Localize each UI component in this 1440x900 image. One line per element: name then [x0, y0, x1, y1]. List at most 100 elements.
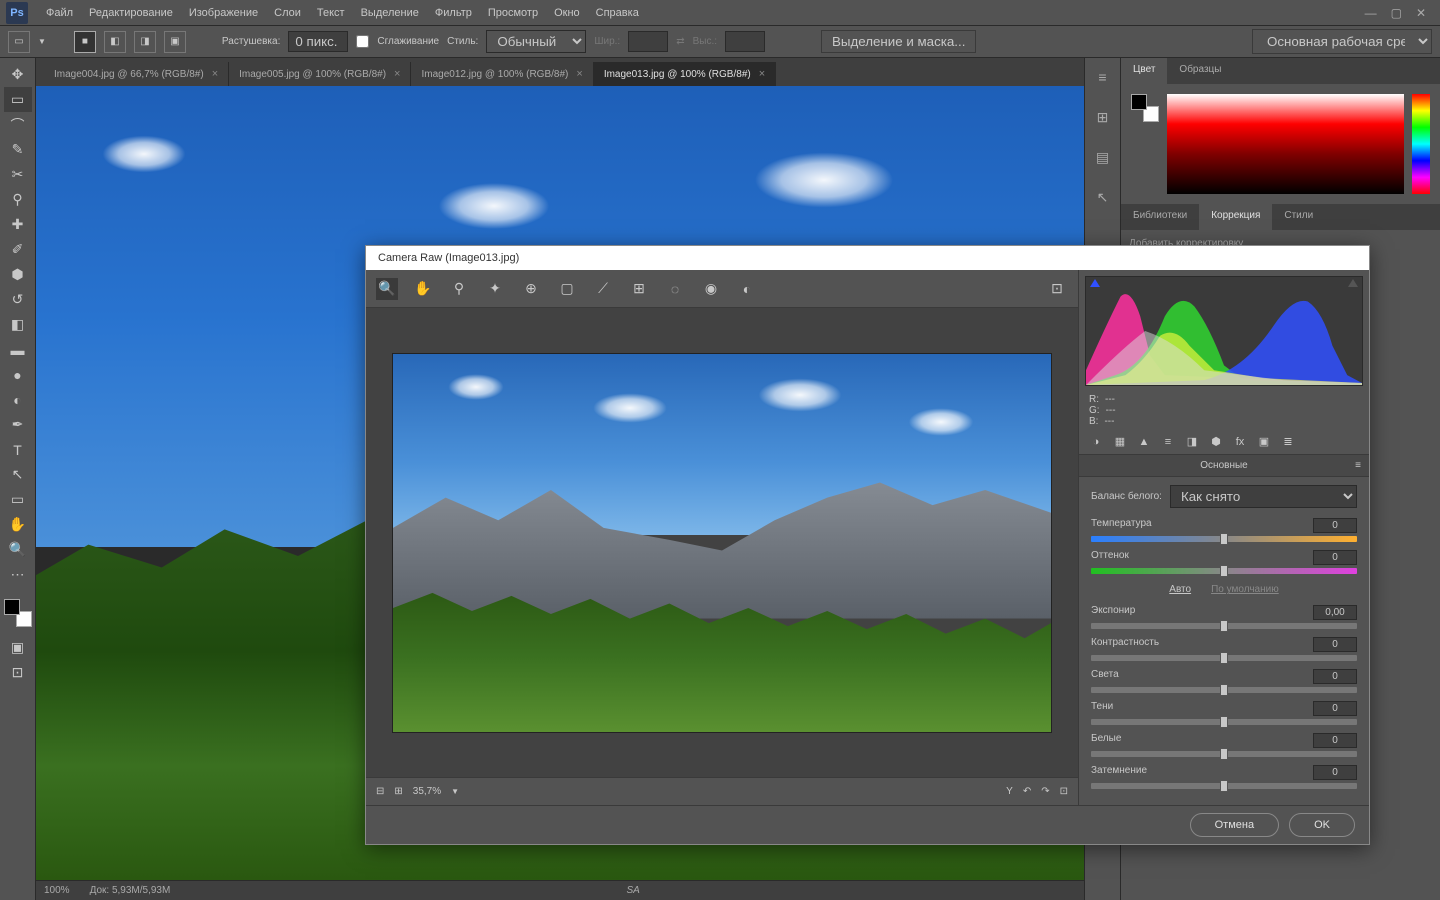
slider-track[interactable] — [1091, 568, 1357, 574]
blur-tool[interactable]: ● — [4, 362, 32, 387]
cr-color-sampler-tool[interactable]: ⊕ — [520, 278, 542, 300]
character-icon[interactable]: ▤ — [1092, 146, 1114, 168]
fg-swatch[interactable] — [1131, 94, 1147, 110]
fg-swatch[interactable] — [4, 599, 20, 615]
slider-handle[interactable] — [1220, 684, 1228, 696]
slider-track[interactable] — [1091, 536, 1357, 542]
close-icon[interactable]: × — [394, 68, 400, 80]
type-tool[interactable]: T — [4, 437, 32, 462]
cr-minus-icon[interactable]: ⊟ — [376, 786, 384, 797]
crop-tool[interactable]: ✂ — [4, 162, 32, 187]
fg-bg-swatches[interactable] — [4, 599, 32, 627]
history-brush-tool[interactable]: ↺ — [4, 287, 32, 312]
cr-target-adjust-tool[interactable]: ✦ — [484, 278, 506, 300]
more-tools[interactable]: ⋯ — [4, 562, 32, 587]
cr-plus-icon[interactable]: ⊞ — [394, 786, 402, 797]
wb-select[interactable]: Как снято — [1170, 485, 1357, 508]
slider-value[interactable]: 0 — [1313, 518, 1357, 533]
slider-value[interactable]: 0 — [1313, 765, 1357, 780]
cr-fx-icon[interactable]: fx — [1231, 433, 1249, 451]
menu-file[interactable]: Файл — [38, 0, 81, 26]
quick-select-tool[interactable]: ✎ — [4, 137, 32, 162]
menu-filter[interactable]: Фильтр — [427, 0, 480, 26]
tab-libraries[interactable]: Библиотеки — [1121, 204, 1199, 230]
style-select[interactable]: Обычный — [486, 30, 586, 53]
menu-window[interactable]: Окно — [546, 0, 588, 26]
marquee-tool[interactable]: ▭ — [4, 87, 32, 112]
cr-zoom-tool[interactable]: 🔍 — [376, 278, 398, 300]
cr-split-icon[interactable]: ◨ — [1183, 433, 1201, 451]
eraser-tool[interactable]: ◧ — [4, 312, 32, 337]
slider-value[interactable]: 0,00 — [1313, 605, 1357, 620]
hand-tool[interactable]: ✋ — [4, 512, 32, 537]
panel-menu-icon[interactable]: ≡ — [1355, 460, 1361, 471]
cancel-button[interactable]: Отмена — [1190, 813, 1279, 837]
workspace-select[interactable]: Основная рабочая среда — [1252, 29, 1432, 54]
ok-button[interactable]: OK — [1289, 813, 1355, 837]
slider-handle[interactable] — [1220, 716, 1228, 728]
cr-zoom-value[interactable]: 35,7% — [413, 786, 441, 797]
shadow-clip-icon[interactable] — [1090, 279, 1100, 287]
cr-detail-icon[interactable]: ▲ — [1135, 433, 1153, 451]
cr-spot-tool[interactable]: ◌ — [664, 278, 686, 300]
slider-value[interactable]: 0 — [1313, 733, 1357, 748]
default-link[interactable]: По умолчанию — [1211, 584, 1279, 595]
document-tab[interactable]: Image013.jpg @ 100% (RGB/8#)× — [594, 62, 776, 86]
slider-handle[interactable] — [1220, 533, 1228, 545]
cr-rotate-right-icon[interactable]: ↷ — [1041, 786, 1049, 797]
menu-help[interactable]: Справка — [588, 0, 647, 26]
menu-layers[interactable]: Слои — [266, 0, 309, 26]
color-fgbg[interactable] — [1131, 94, 1159, 122]
maximize-icon[interactable]: ▢ — [1391, 6, 1402, 20]
dodge-tool[interactable]: ◐ — [4, 387, 32, 412]
selection-intersect-icon[interactable]: ▣ — [164, 31, 186, 53]
slider-handle[interactable] — [1220, 620, 1228, 632]
path-select-tool[interactable]: ↖ — [4, 462, 32, 487]
zoom-level[interactable]: 100% — [44, 885, 70, 896]
cr-adjust-brush-tool[interactable]: ◐ — [736, 278, 758, 300]
shape-tool[interactable]: ▭ — [4, 487, 32, 512]
refine-edge-button[interactable]: Выделение и маска... — [821, 30, 976, 53]
cr-histogram[interactable] — [1085, 276, 1363, 386]
cr-preview-toggle[interactable]: ⊡ — [1046, 278, 1068, 300]
history-icon[interactable]: ≡ — [1092, 66, 1114, 88]
menu-edit[interactable]: Редактирование — [81, 0, 181, 26]
document-tab[interactable]: Image012.jpg @ 100% (RGB/8#)× — [411, 62, 593, 86]
brush-tool[interactable]: ✐ — [4, 237, 32, 262]
cr-camera-icon[interactable]: ▣ — [1255, 433, 1273, 451]
slider-track[interactable] — [1091, 783, 1357, 789]
close-icon[interactable]: × — [212, 68, 218, 80]
tab-styles[interactable]: Стили — [1272, 204, 1325, 230]
chevron-down-icon[interactable]: ▼ — [38, 37, 46, 46]
healing-tool[interactable]: ✚ — [4, 212, 32, 237]
slider-track[interactable] — [1091, 655, 1357, 661]
menu-text[interactable]: Текст — [309, 0, 353, 26]
cr-hand-tool[interactable]: ✋ — [412, 278, 434, 300]
selection-add-icon[interactable]: ◧ — [104, 31, 126, 53]
marquee-icon[interactable]: ▭ — [8, 31, 30, 53]
document-tab[interactable]: Image005.jpg @ 100% (RGB/8#)× — [229, 62, 411, 86]
cr-basic-icon[interactable]: ◑ — [1087, 433, 1105, 451]
lasso-tool[interactable]: ⌒ — [4, 112, 32, 137]
tab-swatches[interactable]: Образцы — [1167, 58, 1233, 84]
slider-value[interactable]: 0 — [1313, 701, 1357, 716]
cr-crop-tool[interactable]: ▢ — [556, 278, 578, 300]
cr-rotate-left-icon[interactable]: ↶ — [1023, 786, 1031, 797]
close-icon[interactable]: × — [759, 68, 765, 80]
auto-link[interactable]: Авто — [1169, 584, 1191, 595]
slider-track[interactable] — [1091, 687, 1357, 693]
highlight-clip-icon[interactable] — [1348, 279, 1358, 287]
close-icon[interactable]: ✕ — [1416, 6, 1426, 20]
tab-color[interactable]: Цвет — [1121, 58, 1167, 84]
pen-tool[interactable]: ✒ — [4, 412, 32, 437]
tab-adjustments[interactable]: Коррекция — [1199, 204, 1272, 230]
menu-view[interactable]: Просмотр — [480, 0, 546, 26]
cr-presets-icon[interactable]: ≣ — [1279, 433, 1297, 451]
gradient-tool[interactable]: ▬ — [4, 337, 32, 362]
cr-wb-tool[interactable]: ⚲ — [448, 278, 470, 300]
screen-mode-icon[interactable]: ⊡ — [4, 660, 32, 685]
cr-before-after-icon[interactable]: Y — [1006, 786, 1013, 797]
cr-curve-icon[interactable]: ▦ — [1111, 433, 1129, 451]
feather-input[interactable] — [288, 31, 348, 52]
zoom-tool[interactable]: 🔍 — [4, 537, 32, 562]
